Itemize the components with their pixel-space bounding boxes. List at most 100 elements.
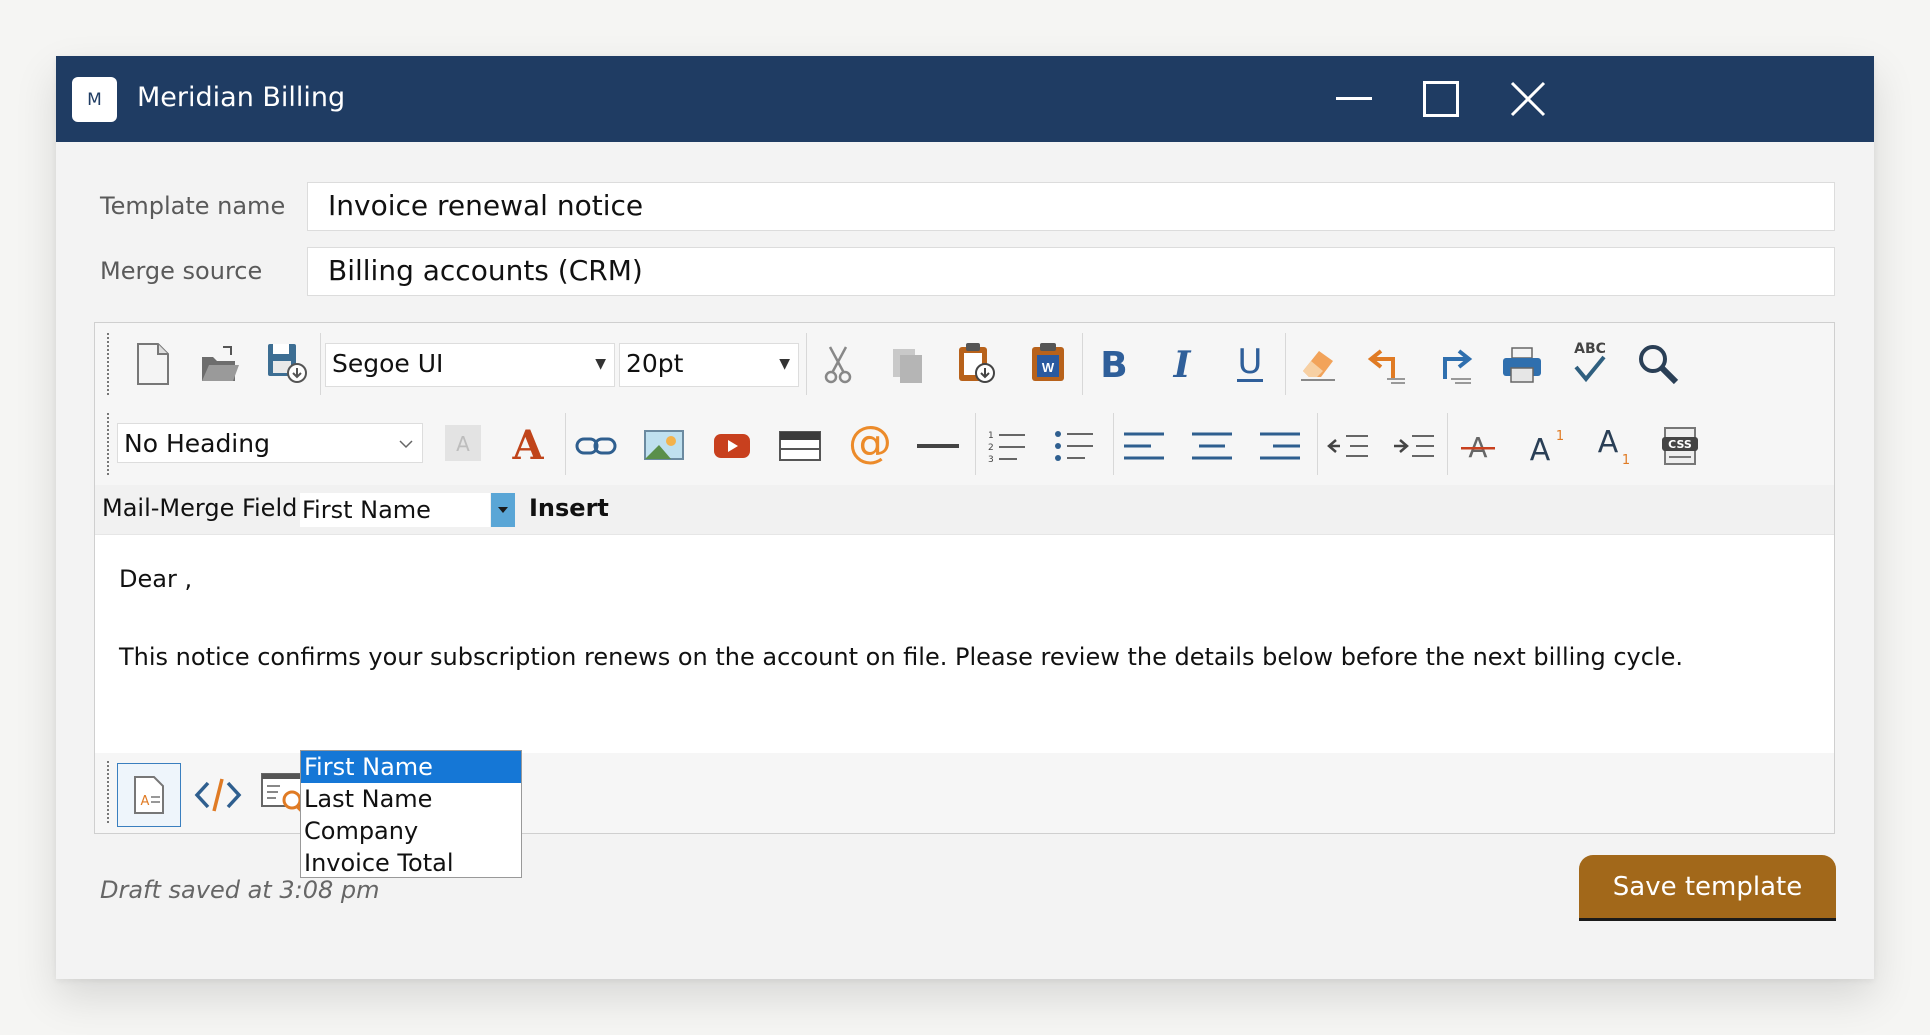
close-button[interactable] bbox=[1502, 74, 1554, 124]
mail-merge-insert-button[interactable]: Insert bbox=[529, 494, 609, 522]
font-family-select[interactable]: Segoe UI ▼ bbox=[325, 343, 615, 387]
source-view-button[interactable] bbox=[191, 767, 245, 823]
dropdown-option-company[interactable]: Company bbox=[301, 815, 521, 847]
horizontal-rule-icon bbox=[917, 444, 959, 448]
minimize-button[interactable] bbox=[1328, 74, 1380, 124]
print-button[interactable] bbox=[1499, 341, 1545, 387]
align-right-icon bbox=[1260, 432, 1300, 460]
font-size-value: 20pt bbox=[626, 349, 684, 378]
copy-icon bbox=[893, 349, 922, 383]
outdent-button[interactable] bbox=[1325, 423, 1371, 469]
spellcheck-button[interactable]: ABC bbox=[1567, 337, 1613, 389]
insert-mention-button[interactable]: @ bbox=[845, 419, 895, 469]
svg-text:1: 1 bbox=[988, 431, 994, 441]
merge-source-label: Merge source bbox=[100, 257, 263, 285]
superscript-mark: 1 bbox=[1556, 429, 1564, 444]
code-icon bbox=[194, 778, 242, 812]
horizontal-rule-button[interactable] bbox=[915, 423, 961, 469]
heading-select[interactable]: No Heading bbox=[117, 423, 423, 463]
new-document-icon bbox=[137, 343, 169, 385]
undo-button[interactable] bbox=[1363, 341, 1409, 387]
svg-text:A: A bbox=[456, 432, 470, 456]
merge-source-input[interactable]: Billing accounts (CRM) bbox=[307, 247, 1835, 296]
save-button[interactable] bbox=[263, 339, 309, 385]
align-center-button[interactable] bbox=[1189, 423, 1235, 469]
font-color-button[interactable]: A bbox=[505, 421, 551, 467]
title-bar: M Meridian Billing bbox=[56, 56, 1874, 142]
table-icon bbox=[779, 431, 821, 461]
bold-button[interactable]: B bbox=[1091, 341, 1137, 387]
copy-button[interactable] bbox=[885, 341, 931, 387]
eraser-icon bbox=[1301, 351, 1335, 381]
mail-merge-dropdown-list: First Name Last Name Company Invoice Tot… bbox=[300, 750, 522, 878]
chevron-down-icon bbox=[498, 507, 508, 513]
align-left-button[interactable] bbox=[1121, 423, 1167, 469]
bullet-list-button[interactable] bbox=[1051, 423, 1097, 469]
mail-merge-label: Mail-Merge Field: bbox=[102, 494, 306, 522]
align-right-button[interactable] bbox=[1257, 423, 1303, 469]
app-window: M Meridian Billing Template name Invoice… bbox=[56, 56, 1874, 979]
outdent-icon bbox=[1327, 435, 1368, 457]
heading-value: No Heading bbox=[124, 429, 270, 458]
link-icon bbox=[575, 437, 617, 455]
insert-link-button[interactable] bbox=[573, 423, 619, 469]
dropdown-option-invoice-total[interactable]: Invoice Total bbox=[301, 847, 521, 879]
mail-merge-field-select[interactable]: First Name bbox=[300, 493, 490, 527]
design-view-button[interactable]: A bbox=[117, 763, 181, 827]
chevron-down-icon bbox=[398, 426, 414, 478]
cut-button[interactable] bbox=[815, 341, 861, 387]
svg-text:A: A bbox=[141, 794, 150, 809]
svg-text:@: @ bbox=[848, 421, 892, 467]
template-name-input[interactable]: Invoice renewal notice bbox=[307, 182, 1835, 231]
css-button[interactable]: CSS bbox=[1659, 423, 1705, 469]
app-title: Meridian Billing bbox=[137, 82, 346, 113]
toolbar-grip bbox=[107, 413, 109, 475]
maximize-button[interactable] bbox=[1415, 74, 1467, 124]
strikethrough-button[interactable]: A bbox=[1455, 423, 1501, 469]
find-button[interactable] bbox=[1635, 341, 1681, 387]
dropdown-option-last-name[interactable]: Last Name bbox=[301, 783, 521, 815]
cut-icon bbox=[824, 346, 852, 384]
toolbar-row-2: No Heading A A @ 1 2 3 A A 1 A 1 CSS bbox=[95, 405, 1834, 485]
editor-content[interactable]: Dear , This notice confirms your subscri… bbox=[95, 535, 1834, 725]
spellcheck-text: ABC bbox=[1574, 341, 1606, 357]
font-size-select[interactable]: 20pt ▼ bbox=[619, 343, 799, 387]
maximize-icon bbox=[1423, 81, 1459, 117]
redo-button[interactable] bbox=[1431, 341, 1477, 387]
italic-button[interactable]: I bbox=[1159, 341, 1205, 387]
paste-button[interactable] bbox=[953, 339, 999, 387]
mail-merge-dropdown-button[interactable] bbox=[491, 493, 515, 527]
clear-formatting-button[interactable] bbox=[1295, 341, 1341, 387]
subscript-mark: 1 bbox=[1622, 453, 1630, 466]
insert-table-button[interactable] bbox=[777, 423, 823, 469]
underline-button[interactable]: U bbox=[1227, 341, 1273, 387]
paste-from-word-button[interactable]: W bbox=[1025, 339, 1071, 387]
subscript-button[interactable]: A1 bbox=[1591, 419, 1637, 469]
new-document-button[interactable] bbox=[129, 341, 175, 387]
superscript-button[interactable]: A1 bbox=[1523, 419, 1569, 469]
minimize-icon bbox=[1336, 97, 1372, 100]
insert-image-button[interactable] bbox=[641, 423, 687, 469]
video-icon bbox=[714, 434, 750, 458]
image-icon bbox=[644, 430, 684, 460]
save-template-button[interactable]: Save template bbox=[1579, 855, 1836, 921]
numbered-list-button[interactable]: 1 2 3 bbox=[983, 423, 1029, 469]
svg-text:U: U bbox=[1238, 343, 1263, 382]
dropdown-option-first-name[interactable]: First Name bbox=[301, 751, 521, 783]
font-family-value: Segoe UI bbox=[332, 349, 444, 378]
underline-icon: U bbox=[1237, 343, 1263, 382]
indent-button[interactable] bbox=[1391, 423, 1437, 469]
open-button[interactable] bbox=[197, 341, 243, 387]
superscript-icon: A1 bbox=[1530, 429, 1564, 466]
paste-icon bbox=[959, 343, 995, 383]
design-view-icon: A bbox=[134, 776, 164, 814]
highlight-button[interactable]: A bbox=[443, 423, 483, 463]
subscript-icon: A1 bbox=[1598, 425, 1630, 466]
insert-video-button[interactable] bbox=[709, 423, 755, 469]
align-center-icon bbox=[1192, 432, 1232, 460]
print-icon bbox=[1503, 347, 1541, 383]
strikethrough-icon: A bbox=[1461, 431, 1495, 464]
chevron-down-icon: ▼ bbox=[779, 356, 790, 372]
italic-icon: I bbox=[1173, 344, 1192, 384]
rich-text-editor: Segoe UI ▼ 20pt ▼ W B I U ABC No Heading… bbox=[94, 322, 1835, 878]
